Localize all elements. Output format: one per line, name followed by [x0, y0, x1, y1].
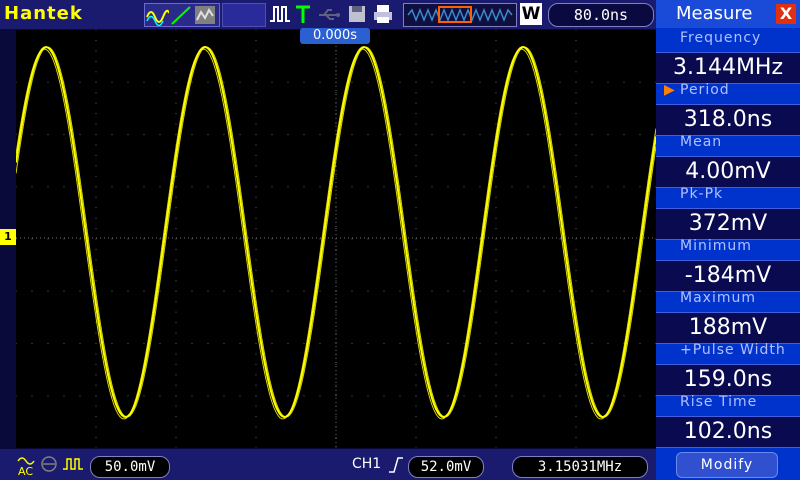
measure-label-mean: Mean	[680, 134, 723, 150]
measure-label-period: Period	[656, 82, 800, 98]
measure-label-maximum: Maximum	[680, 290, 756, 306]
memory-depth-indicator	[403, 3, 517, 27]
measure-value-minimum[interactable]: -184mV	[656, 260, 800, 292]
timebase-display[interactable]: 80.0ns	[548, 3, 654, 27]
waveform-screen[interactable]	[16, 30, 670, 448]
measure-label-pkpk: Pk-Pk	[680, 186, 724, 202]
ch1-ground-marker[interactable]: 1	[0, 229, 16, 245]
trigger-level-display[interactable]: 52.0mV	[408, 456, 484, 478]
acquire-mode-badge[interactable]: W	[520, 3, 542, 25]
measure-label-minimum: Minimum	[680, 238, 752, 254]
trigger-t-icon	[296, 5, 310, 23]
rising-edge-icon[interactable]	[388, 456, 404, 474]
trace-pass-0	[16, 46, 656, 418]
measure-value-maximum[interactable]: 188mV	[656, 312, 800, 344]
status-blank-box	[222, 3, 266, 27]
xy-mode-icon[interactable]	[169, 4, 193, 26]
ch1-scale-display[interactable]: 50.0mV	[90, 456, 170, 478]
measure-value-pulse-width[interactable]: 159.0ns	[656, 364, 800, 396]
invert-icon[interactable]	[62, 455, 84, 473]
brand-logo: Hantek	[4, 3, 83, 24]
trace-pass-2	[16, 48, 656, 420]
trigger-source-label: CH1	[352, 456, 382, 472]
svg-text:AC: AC	[18, 465, 33, 477]
measure-label-rise-time: Rise Time	[680, 394, 758, 410]
measure-value-pkpk[interactable]: 372mV	[656, 208, 800, 240]
measure-label-frequency: Frequency	[680, 30, 762, 46]
trigger-position-marker[interactable]: 0.000s	[300, 28, 370, 44]
pulse-icon	[270, 6, 290, 22]
close-button[interactable]: X	[776, 4, 796, 24]
measure-value-frequency[interactable]: 3.144MHz	[656, 52, 800, 84]
measure-panel: Measure X Frequency 3.144MHz Period 318.…	[656, 0, 800, 480]
save-icon	[349, 6, 365, 22]
modify-button[interactable]: Modify	[676, 452, 778, 478]
measure-label-pulse-width: +Pulse Width	[680, 342, 786, 358]
ac-coupling-icon[interactable]: AC	[16, 453, 36, 477]
ch1-waveform-trace	[16, 45, 656, 420]
top-toolbar: Hantek W 80.0ns	[0, 0, 656, 29]
trigger-status-icons	[268, 3, 398, 25]
display-mode-icons[interactable]	[144, 3, 220, 27]
frequency-counter-display: 3.15031MHz	[512, 456, 648, 478]
trace-pass-1	[16, 45, 656, 419]
waveform-display-icon[interactable]	[145, 4, 170, 27]
print-icon	[374, 5, 392, 23]
measure-value-mean[interactable]: 4.00mV	[656, 156, 800, 188]
usb-icon	[319, 9, 340, 20]
bandwidth-limit-icon[interactable]	[40, 455, 58, 473]
persistence-icon[interactable]	[193, 4, 217, 26]
memory-view-window	[438, 6, 472, 23]
measure-value-period[interactable]: 318.0ns	[656, 104, 800, 136]
measure-value-rise-time[interactable]: 102.0ns	[656, 416, 800, 448]
